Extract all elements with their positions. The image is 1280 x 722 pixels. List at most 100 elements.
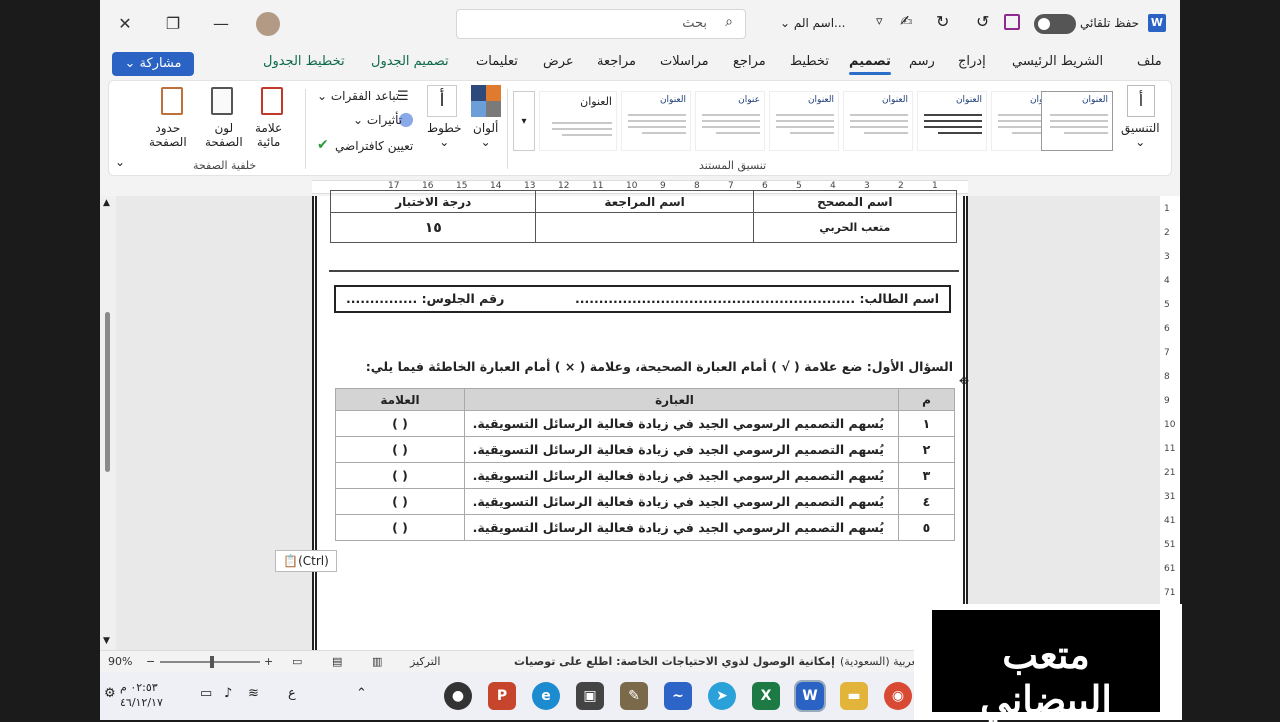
page-borders-button[interactable]: حدود الصفحة bbox=[149, 121, 187, 149]
row-num: ٥ bbox=[898, 514, 955, 541]
tab-table-layout[interactable]: تخطيط الجدول bbox=[263, 54, 345, 69]
vruler-tick: 3 bbox=[1164, 252, 1170, 262]
table-row[interactable]: ٣ يُسهم التصميم الرسومي الجيد في زيادة ف… bbox=[335, 462, 955, 489]
app-icon-powerpoint[interactable]: P bbox=[488, 682, 516, 710]
app-icon-whiteboard[interactable]: ~ bbox=[664, 682, 692, 710]
tab-insert[interactable]: إدراج bbox=[958, 54, 986, 69]
app-icon-telegram[interactable]: ➤ bbox=[708, 682, 736, 710]
tab-view[interactable]: عرض bbox=[543, 54, 574, 69]
filename-dropdown[interactable]: ⌄ اسم الم... bbox=[780, 16, 846, 30]
page-color-button[interactable]: لون الصفحة bbox=[205, 121, 243, 149]
tab-references[interactable]: مراجع bbox=[733, 54, 766, 69]
style-gallery-item-4[interactable]: العنوان bbox=[769, 91, 839, 151]
zoom-level[interactable]: 90% bbox=[108, 655, 132, 668]
document-page[interactable]: اسم المصحح اسم المراجعة درجة الاختبار مت… bbox=[312, 190, 969, 650]
tab-home[interactable]: الشريط الرئيسي bbox=[1012, 54, 1103, 69]
table-row[interactable]: ٢ يُسهم التصميم الرسومي الجيد في زيادة ف… bbox=[335, 436, 955, 463]
battery-icon[interactable]: ▭ bbox=[200, 686, 212, 701]
row-num: ٤ bbox=[898, 488, 955, 515]
share-button[interactable]: ⌄ مشاركة bbox=[112, 52, 194, 76]
style-gallery-item-3[interactable]: عنوان bbox=[695, 91, 765, 151]
redo-icon[interactable]: ↻ bbox=[936, 12, 949, 31]
tab-draw[interactable]: رسم bbox=[909, 54, 935, 69]
vruler-tick: 31 bbox=[1164, 492, 1176, 502]
word-logo-icon: W bbox=[1148, 14, 1166, 32]
doc-format-group-label: تنسيق المستند bbox=[699, 159, 767, 172]
style-gallery-item-1[interactable]: العنوان bbox=[539, 91, 617, 151]
zoom-in-icon[interactable]: + bbox=[264, 655, 273, 668]
vertical-scrollbar[interactable]: ▲ ▼ bbox=[100, 196, 116, 650]
app-icon-photos[interactable]: ▣ bbox=[576, 682, 604, 710]
colors-button[interactable]: ألوان ⌄ bbox=[473, 121, 498, 149]
avatar[interactable] bbox=[256, 12, 280, 36]
undo-icon[interactable]: ↺ bbox=[976, 12, 989, 31]
clock[interactable]: ٠٢:٥٣ م ٤٦/١٢/١٧ bbox=[120, 680, 163, 710]
paragraph-spacing-button[interactable]: ⌄ تباعد الفقرات bbox=[317, 89, 399, 103]
separator bbox=[507, 89, 508, 169]
effects-button[interactable]: ⌄ تأثيرات bbox=[353, 113, 402, 127]
tab-design[interactable]: تصميم bbox=[849, 54, 891, 75]
watermark-button[interactable]: علامة مائية bbox=[255, 121, 282, 149]
app-icon-word[interactable]: W bbox=[794, 680, 826, 712]
accessibility-status[interactable]: إمكانية الوصول لذوي الاحتياجات الخاصة: ا… bbox=[514, 655, 835, 668]
tab-layout[interactable]: تخطيط bbox=[790, 54, 829, 69]
tab-help[interactable]: تعليمات bbox=[476, 54, 518, 69]
vertical-ruler: 123456789101121314151617181 bbox=[1160, 196, 1180, 650]
table-move-handle-icon[interactable]: ✥ bbox=[959, 374, 969, 388]
web-layout-icon[interactable]: ▭ bbox=[292, 655, 302, 668]
fonts-button[interactable]: خطوط ⌄ bbox=[427, 121, 462, 149]
scroll-up-icon[interactable]: ▲ bbox=[103, 198, 110, 208]
zoom-out-icon[interactable]: − bbox=[146, 655, 155, 668]
col-header-num: م bbox=[898, 388, 955, 411]
tab-table-design[interactable]: تصميم الجدول bbox=[371, 54, 449, 69]
chevron-up-icon[interactable]: ⌃ bbox=[356, 686, 367, 701]
themes-button[interactable]: التنسيق ⌄ bbox=[1121, 121, 1160, 149]
app-icon-edge[interactable]: e bbox=[532, 682, 560, 710]
focus-button[interactable]: التركيز bbox=[410, 655, 440, 668]
tab-mailings[interactable]: مراسلات bbox=[660, 54, 709, 69]
row-statement: يُسهم التصميم الرسومي الجيد في زيادة فعا… bbox=[464, 488, 899, 515]
scrollbar-thumb[interactable] bbox=[105, 312, 110, 472]
minimize-icon[interactable]: — bbox=[208, 12, 234, 36]
collapse-ribbon-icon[interactable]: ⌄ bbox=[115, 155, 125, 169]
input-language[interactable]: ع bbox=[288, 686, 296, 701]
read-mode-icon[interactable]: ▥ bbox=[372, 655, 382, 668]
app-icon-gimp[interactable]: ✎ bbox=[620, 682, 648, 710]
app-icon-media[interactable]: ● bbox=[444, 682, 472, 710]
style-gallery-item-8[interactable]: العنوان bbox=[1041, 91, 1113, 151]
restore-icon[interactable]: ❐ bbox=[160, 12, 186, 36]
search-box[interactable]: بحث ⌕ bbox=[456, 9, 746, 39]
table-row[interactable]: ٥ يُسهم التصميم الرسومي الجيد في زيادة ف… bbox=[335, 514, 955, 541]
style-gallery-item-5[interactable]: العنوان bbox=[843, 91, 913, 151]
notification-icon[interactable]: ⚙ bbox=[104, 686, 116, 701]
seat-number-line: رقم الجلوس: ............... bbox=[346, 291, 505, 306]
zoom-slider[interactable] bbox=[160, 656, 260, 668]
table-row[interactable]: ١ يُسهم التصميم الرسومي الجيد في زيادة ف… bbox=[335, 410, 955, 437]
search-placeholder: بحث bbox=[682, 16, 707, 31]
save-icon[interactable] bbox=[1004, 14, 1020, 30]
set-default-button[interactable]: تعيين كافتراضي bbox=[335, 139, 413, 153]
close-icon[interactable]: ✕ bbox=[112, 12, 138, 36]
style-gallery-item-6[interactable]: العنوان bbox=[917, 91, 987, 151]
volume-icon[interactable]: ♪ bbox=[224, 686, 232, 701]
style-gallery-item-2[interactable]: العنوان bbox=[621, 91, 691, 151]
format-painter-icon[interactable]: ✍ bbox=[900, 12, 913, 30]
tab-file[interactable]: ملف bbox=[1137, 54, 1162, 69]
app-icon-excel[interactable]: X bbox=[752, 682, 780, 710]
themes-label: التنسيق bbox=[1121, 121, 1160, 135]
student-info-box: اسم الطالب: ............................… bbox=[334, 285, 951, 313]
customize-qat-icon[interactable]: ▿ bbox=[876, 14, 883, 29]
print-layout-icon[interactable]: ▤ bbox=[332, 655, 342, 668]
app-icon-explorer[interactable]: ▬ bbox=[840, 682, 868, 710]
clipboard-icon: 📋 bbox=[283, 554, 299, 568]
app-icon-chrome[interactable]: ◉ bbox=[884, 682, 912, 710]
wifi-icon[interactable]: ≋ bbox=[248, 686, 259, 701]
logo-text: متعب البيضاني bbox=[980, 632, 1112, 722]
autosave-toggle[interactable] bbox=[1034, 14, 1076, 34]
table-row[interactable]: ٤ يُسهم التصميم الرسومي الجيد في زيادة ف… bbox=[335, 488, 955, 515]
scroll-down-icon[interactable]: ▼ bbox=[103, 636, 110, 646]
tab-review[interactable]: مراجعة bbox=[597, 54, 636, 69]
gallery-scroll-button[interactable]: ▾ bbox=[513, 91, 535, 151]
paste-options-button[interactable]: 📋(Ctrl) bbox=[275, 550, 337, 572]
separator bbox=[305, 89, 306, 169]
